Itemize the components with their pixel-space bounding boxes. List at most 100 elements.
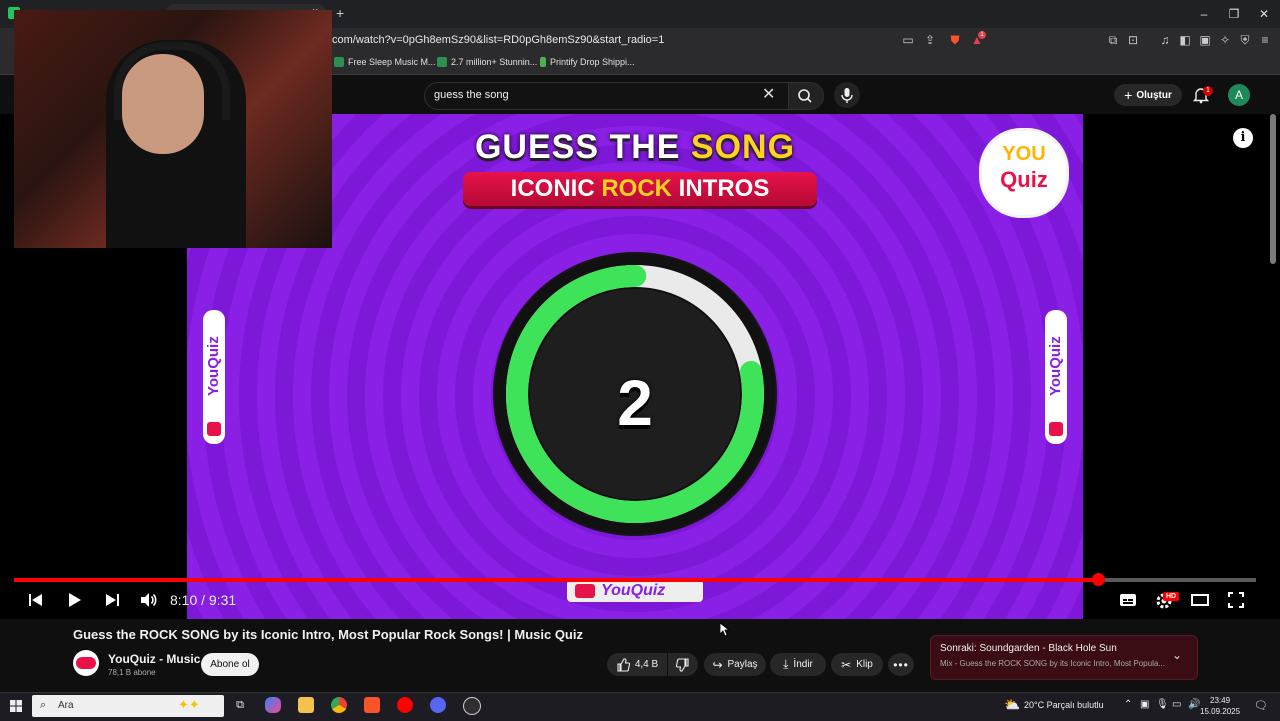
- leo-ai-icon[interactable]: ✧: [1218, 33, 1232, 47]
- play-button[interactable]: [64, 590, 84, 610]
- like-count: 4,4 B: [634, 659, 659, 670]
- chrome-icon[interactable]: [331, 697, 347, 713]
- wallet-icon[interactable]: ▣: [1198, 33, 1212, 47]
- voice-search-button[interactable]: [834, 82, 860, 108]
- obs-icon[interactable]: [463, 697, 481, 715]
- subscribe-button[interactable]: Abone ol: [201, 653, 259, 676]
- share-icon[interactable]: ⇪: [923, 33, 937, 47]
- weather-temp: 20°C: [1024, 700, 1045, 710]
- progress-scrubber[interactable]: [1091, 573, 1105, 586]
- channel-avatar[interactable]: [73, 650, 99, 676]
- bookmark-favicon-icon: [437, 57, 447, 67]
- microphone-tray-icon[interactable]: 🎙: [1156, 699, 1169, 710]
- bookmark-favicon-icon: [334, 57, 344, 67]
- hd-badge: HD: [1163, 592, 1179, 601]
- notification-center-icon[interactable]: 🗨: [1254, 699, 1268, 712]
- bookmark-item[interactable]: 2.7 million+ Stunnin...: [437, 57, 537, 67]
- copilot-icon[interactable]: [265, 697, 281, 713]
- logo-bottom-text: Quiz: [1000, 167, 1048, 192]
- speaker-icon[interactable]: 🔊: [1188, 699, 1200, 710]
- theater-icon: [1191, 594, 1209, 606]
- skip-next-icon: [106, 594, 119, 606]
- search-input[interactable]: guess the song: [434, 89, 509, 101]
- volume-icon: [141, 593, 157, 607]
- new-tab-button[interactable]: +: [336, 5, 344, 21]
- task-view-icon[interactable]: ⧉: [232, 697, 248, 713]
- info-button[interactable]: i: [1233, 128, 1253, 148]
- windows-start-icon[interactable]: [10, 700, 22, 712]
- discord-icon[interactable]: [430, 697, 446, 713]
- close-window-button[interactable]: ✕: [1254, 6, 1274, 22]
- bottom-brand-logo: YouQuiz: [567, 580, 703, 602]
- network-icon[interactable]: ▭: [1172, 699, 1181, 710]
- clock-time: 23:49: [1210, 696, 1231, 705]
- fullscreen-button[interactable]: [1226, 590, 1246, 610]
- bookmark-item[interactable]: Free Sleep Music M...: [334, 57, 436, 67]
- theater-mode-button[interactable]: [1190, 590, 1210, 610]
- side-brand-text: YouQuiz: [205, 336, 222, 396]
- total-time: 9:31: [208, 592, 237, 608]
- taskbar-search-placeholder: Ara: [58, 700, 74, 711]
- previous-button[interactable]: [26, 590, 46, 610]
- sidebar-icon[interactable]: ◧: [1178, 33, 1192, 47]
- file-explorer-icon[interactable]: [298, 697, 314, 713]
- download-icon: ⤓: [783, 657, 789, 671]
- clear-search-icon[interactable]: ✕: [762, 86, 775, 104]
- skip-previous-icon: [29, 594, 42, 606]
- volume-button[interactable]: [138, 590, 158, 610]
- create-button[interactable]: + Oluştur: [1114, 84, 1182, 106]
- search-icon: [798, 89, 812, 103]
- menu-icon[interactable]: ≡: [1258, 33, 1272, 47]
- search-button[interactable]: [788, 82, 824, 110]
- screenshot-icon[interactable]: ⊡: [1126, 33, 1140, 47]
- time-separator: /: [197, 592, 209, 608]
- cast-icon[interactable]: ▭: [901, 33, 915, 47]
- clip-label: Klip: [856, 659, 873, 670]
- progress-played: [14, 578, 1098, 582]
- time-display: 8:10 / 9:31: [170, 592, 236, 608]
- weather-desc: Parçalı bulutlu: [1046, 700, 1104, 710]
- page-scrollbar[interactable]: [1270, 114, 1276, 264]
- dislike-button[interactable]: [668, 653, 698, 676]
- like-button[interactable]: 4,4 B: [607, 653, 667, 676]
- countdown-number: 2: [617, 367, 653, 439]
- create-label: Oluştur: [1136, 89, 1172, 101]
- weather-widget[interactable]: 20°C Parçalı bulutlu: [1024, 700, 1104, 710]
- clip-button[interactable]: ✂ Klip: [831, 653, 883, 676]
- minimize-button[interactable]: –: [1194, 6, 1214, 22]
- play-logo-icon: [1049, 422, 1063, 436]
- channel-logo-icon: [76, 657, 96, 669]
- more-actions-button[interactable]: •••: [888, 653, 914, 676]
- restore-button[interactable]: ❐: [1224, 6, 1244, 22]
- search-icon: ⌕: [40, 699, 47, 711]
- subtitles-button[interactable]: [1118, 590, 1138, 610]
- video-title: Guess the ROCK SONG by its Iconic Intro,…: [73, 627, 583, 642]
- download-label: İndir: [793, 659, 813, 670]
- headphones-icon: [114, 42, 230, 120]
- channel-subscribers: 78,1 B abone: [108, 668, 156, 677]
- download-button[interactable]: ⤓ İndir: [770, 653, 826, 676]
- channel-name[interactable]: YouQuiz - Music: [108, 652, 200, 666]
- share-arrow-icon: ↪: [712, 657, 723, 672]
- tray-app-icon[interactable]: ▣: [1140, 699, 1149, 710]
- bookmark-item[interactable]: Printify Drop Shippi...: [540, 57, 635, 67]
- vpn-icon[interactable]: ⛨: [1238, 33, 1252, 47]
- brave-shield-icon[interactable]: ⛊: [948, 33, 962, 47]
- share-label: Paylaş: [727, 659, 758, 670]
- side-brand-left: YouQuiz: [203, 310, 225, 444]
- up-next-title: Sonraki: Soundgarden - Black Hole Sun: [940, 643, 1117, 654]
- extensions-icon[interactable]: ⧉: [1106, 33, 1120, 47]
- next-button[interactable]: [102, 590, 122, 610]
- chevron-down-icon[interactable]: ⌄: [1172, 648, 1182, 662]
- youtube-music-icon[interactable]: [397, 697, 413, 713]
- account-avatar[interactable]: A: [1228, 84, 1250, 106]
- progress-bar[interactable]: [14, 573, 1256, 586]
- share-button[interactable]: ↪ Paylaş: [704, 653, 766, 676]
- up-next-card[interactable]: [930, 635, 1198, 680]
- url-field[interactable]: com/watch?v=0pGh8emSz90&list=RD0pGh8emSz…: [332, 34, 664, 46]
- tray-chevron-icon[interactable]: ⌃: [1124, 699, 1132, 710]
- bookmark-favicon-icon: [540, 57, 546, 67]
- media-icon[interactable]: ♫: [1158, 33, 1172, 47]
- taskbar-clock[interactable]: 23:49 15.09.2025: [1200, 695, 1240, 717]
- brave-icon[interactable]: [364, 697, 380, 713]
